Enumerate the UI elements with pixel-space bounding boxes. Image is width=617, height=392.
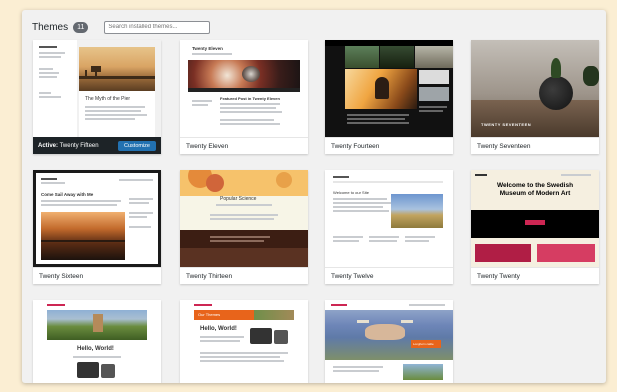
theme-screenshot: Popular Science	[180, 170, 308, 267]
theme-card-twenty-twelve[interactable]: Welcome to our Site Twenty Twelve	[325, 170, 453, 284]
theme-screenshot: Come Sail Away with Me	[33, 170, 161, 267]
theme-screenshot: Our Themes Hello, World!	[180, 300, 308, 383]
themes-header: Themes 11	[32, 19, 211, 35]
search-input[interactable]	[104, 20, 211, 34]
theme-card-twenty-eleven[interactable]: Twenty Eleven Featured Post in Twenty El…	[180, 40, 308, 154]
preview-title: Hello, World!	[200, 326, 237, 332]
theme-card-twenty-twenty[interactable]: Welcome to the Swedish Museum of Modern …	[471, 170, 599, 284]
active-label: Active:	[38, 142, 59, 149]
theme-screenshot	[325, 40, 453, 137]
preview-heading: Featured Post in Twenty Eleven	[220, 96, 280, 101]
preview-heading: The Myth of the Pier	[85, 96, 131, 102]
page-title: Themes	[32, 21, 69, 33]
preview-heading: Welcome to the Swedish Museum of Modern …	[496, 182, 574, 197]
themes-window: Themes 11 The Myth of the Pier	[22, 10, 606, 383]
preview-heading: Welcome to our Site	[333, 190, 369, 195]
theme-count-badge: 11	[73, 21, 89, 33]
theme-screenshot: Twenty Eleven Featured Post in Twenty El…	[180, 40, 308, 137]
preview-caption: TWENTY SEVENTEEN	[481, 122, 532, 127]
theme-screenshot: Welcome to the Swedish Museum of Modern …	[471, 170, 599, 267]
customize-button[interactable]: Customize	[118, 140, 156, 151]
theme-name: Twenty Twenty	[471, 267, 599, 284]
preview-badge: Our Themes	[198, 312, 221, 317]
theme-card-twenty-seventeen[interactable]: TWENTY SEVENTEEN Twenty Seventeen	[471, 40, 599, 154]
theme-name: Twenty Twelve	[325, 267, 453, 284]
theme-name: Twenty Sixteen	[33, 267, 161, 284]
preview-title: Hello, World!	[77, 346, 114, 352]
preview-heading: Come Sail Away with Me	[41, 192, 94, 197]
theme-screenshot: TWENTY SEVENTEEN	[471, 40, 599, 137]
theme-card-twenty-fifteen[interactable]: The Myth of the Pier Active: Twenty Fift…	[33, 40, 161, 154]
theme-card-11[interactable]: Longhorn cattle	[325, 300, 453, 383]
theme-card-10[interactable]: Our Themes Hello, World!	[180, 300, 308, 383]
theme-card-twenty-thirteen[interactable]: Popular Science Twenty Thirteen	[180, 170, 308, 284]
preview-title: Popular Science	[220, 196, 257, 202]
active-theme-name: Twenty Fifteen	[59, 142, 99, 149]
theme-screenshot: Longhorn cattle	[325, 300, 453, 383]
theme-card-9[interactable]: Hello, World!	[33, 300, 161, 383]
active-theme-bar: Active: Twenty Fifteen Customize	[33, 137, 161, 154]
preview-caption: Longhorn cattle	[413, 342, 434, 346]
theme-card-twenty-fourteen[interactable]: Twenty Fourteen	[325, 40, 453, 154]
theme-screenshot: Welcome to our Site	[325, 170, 453, 267]
theme-screenshot: Hello, World!	[33, 300, 161, 383]
theme-name: Twenty Thirteen	[180, 267, 308, 284]
theme-name: Twenty Eleven	[180, 137, 308, 154]
preview-title: Twenty Eleven	[192, 46, 223, 51]
theme-name: Twenty Seventeen	[471, 137, 599, 154]
theme-screenshot: The Myth of the Pier	[33, 40, 161, 137]
theme-card-twenty-sixteen[interactable]: Come Sail Away with Me Twenty Sixteen	[33, 170, 161, 284]
theme-name: Twenty Fourteen	[325, 137, 453, 154]
